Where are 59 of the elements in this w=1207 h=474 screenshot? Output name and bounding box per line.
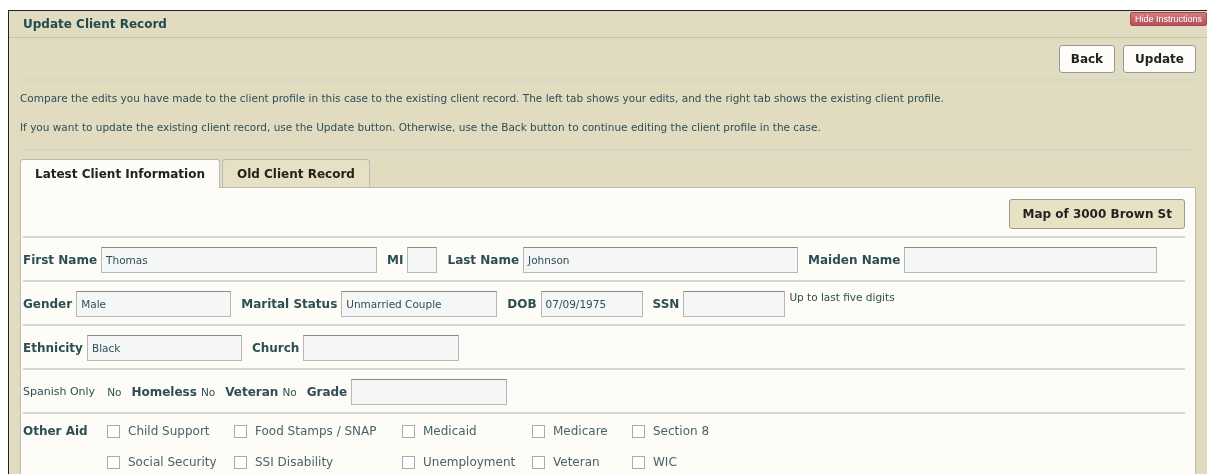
- field-value: No: [200, 385, 216, 398]
- input-field[interactable]: Black: [86, 334, 242, 361]
- input-field[interactable]: [904, 246, 1158, 273]
- checkbox-label: Food Stamps / SNAP: [255, 424, 377, 438]
- instruction-text: Compare the edits you have made to the client profile in this case to the existing client record. The left tab shows your edits, and the right tab shows the existing client profile.: [20, 91, 945, 106]
- input-field[interactable]: [351, 378, 508, 405]
- checkbox[interactable]: [107, 455, 120, 469]
- checkbox[interactable]: [107, 424, 120, 438]
- input-field[interactable]: [303, 334, 460, 361]
- checkbox-label: WIC: [653, 455, 677, 469]
- checkbox-label: Medicare: [553, 424, 608, 438]
- checkbox-label: Unemployment: [423, 455, 516, 469]
- input-field[interactable]: [407, 246, 438, 273]
- window-title: Update Client Record: [23, 17, 167, 31]
- checkbox[interactable]: [402, 424, 415, 438]
- field-label: Last Name: [447, 252, 520, 267]
- field-label: Homeless: [131, 384, 197, 399]
- checkbox-label: Section 8: [653, 424, 710, 438]
- field-label: Grade: [306, 384, 348, 399]
- input-field[interactable]: Thomas: [101, 246, 378, 273]
- input-field[interactable]: 07/09/1975: [540, 290, 643, 317]
- checkbox[interactable]: [234, 424, 247, 438]
- field-value: No: [282, 385, 297, 398]
- input-field[interactable]: Unmarried Couple: [341, 290, 498, 317]
- field-label: Gender: [23, 296, 73, 311]
- checkbox[interactable]: [402, 455, 415, 469]
- hide-instructions-button[interactable]: Hide Instructions: [1129, 12, 1207, 26]
- checkbox[interactable]: [532, 424, 545, 438]
- checkbox[interactable]: [632, 424, 645, 438]
- action-button[interactable]: Back: [1058, 45, 1116, 73]
- field-label: Other Aid: [23, 424, 89, 440]
- instruction-text: If you want to update the existing client record, use the Update button. Otherwise, use the Back button to continue editing the client profile in the case.: [20, 120, 822, 135]
- field-label: MI: [387, 252, 404, 267]
- field-label: Marital Status: [241, 296, 338, 311]
- checkbox-label: SSI Disability: [255, 455, 334, 469]
- map-button[interactable]: Map of 3000 Brown St: [1009, 199, 1185, 229]
- field-label: Veteran: [225, 384, 279, 399]
- input-field[interactable]: Johnson: [523, 246, 799, 273]
- field-label: First Name: [23, 252, 98, 267]
- input-field[interactable]: Male: [76, 290, 232, 317]
- field-label: Ethnicity: [23, 340, 83, 355]
- checkbox-label: Medicaid: [423, 424, 477, 438]
- input-field[interactable]: [683, 290, 786, 317]
- field-label: Spanish Only: [23, 385, 96, 398]
- checkbox-label: Social Security: [128, 455, 217, 469]
- checkbox-label: Veteran: [553, 455, 600, 469]
- field-label: DOB: [507, 296, 537, 311]
- checkbox[interactable]: [234, 455, 247, 469]
- tab[interactable]: Old Client Record: [221, 159, 370, 187]
- field-label: Church: [251, 340, 300, 355]
- checkbox[interactable]: [632, 455, 645, 469]
- hint-text: Up to last five digits: [789, 290, 895, 303]
- checkbox[interactable]: [532, 455, 545, 469]
- tab[interactable]: Latest Client Information: [20, 159, 220, 188]
- field-label: SSN: [652, 296, 680, 311]
- field-label: Maiden Name: [808, 252, 901, 267]
- action-button[interactable]: Update: [1123, 45, 1196, 73]
- field-value: No: [107, 385, 122, 398]
- checkbox-label: Child Support: [128, 424, 210, 438]
